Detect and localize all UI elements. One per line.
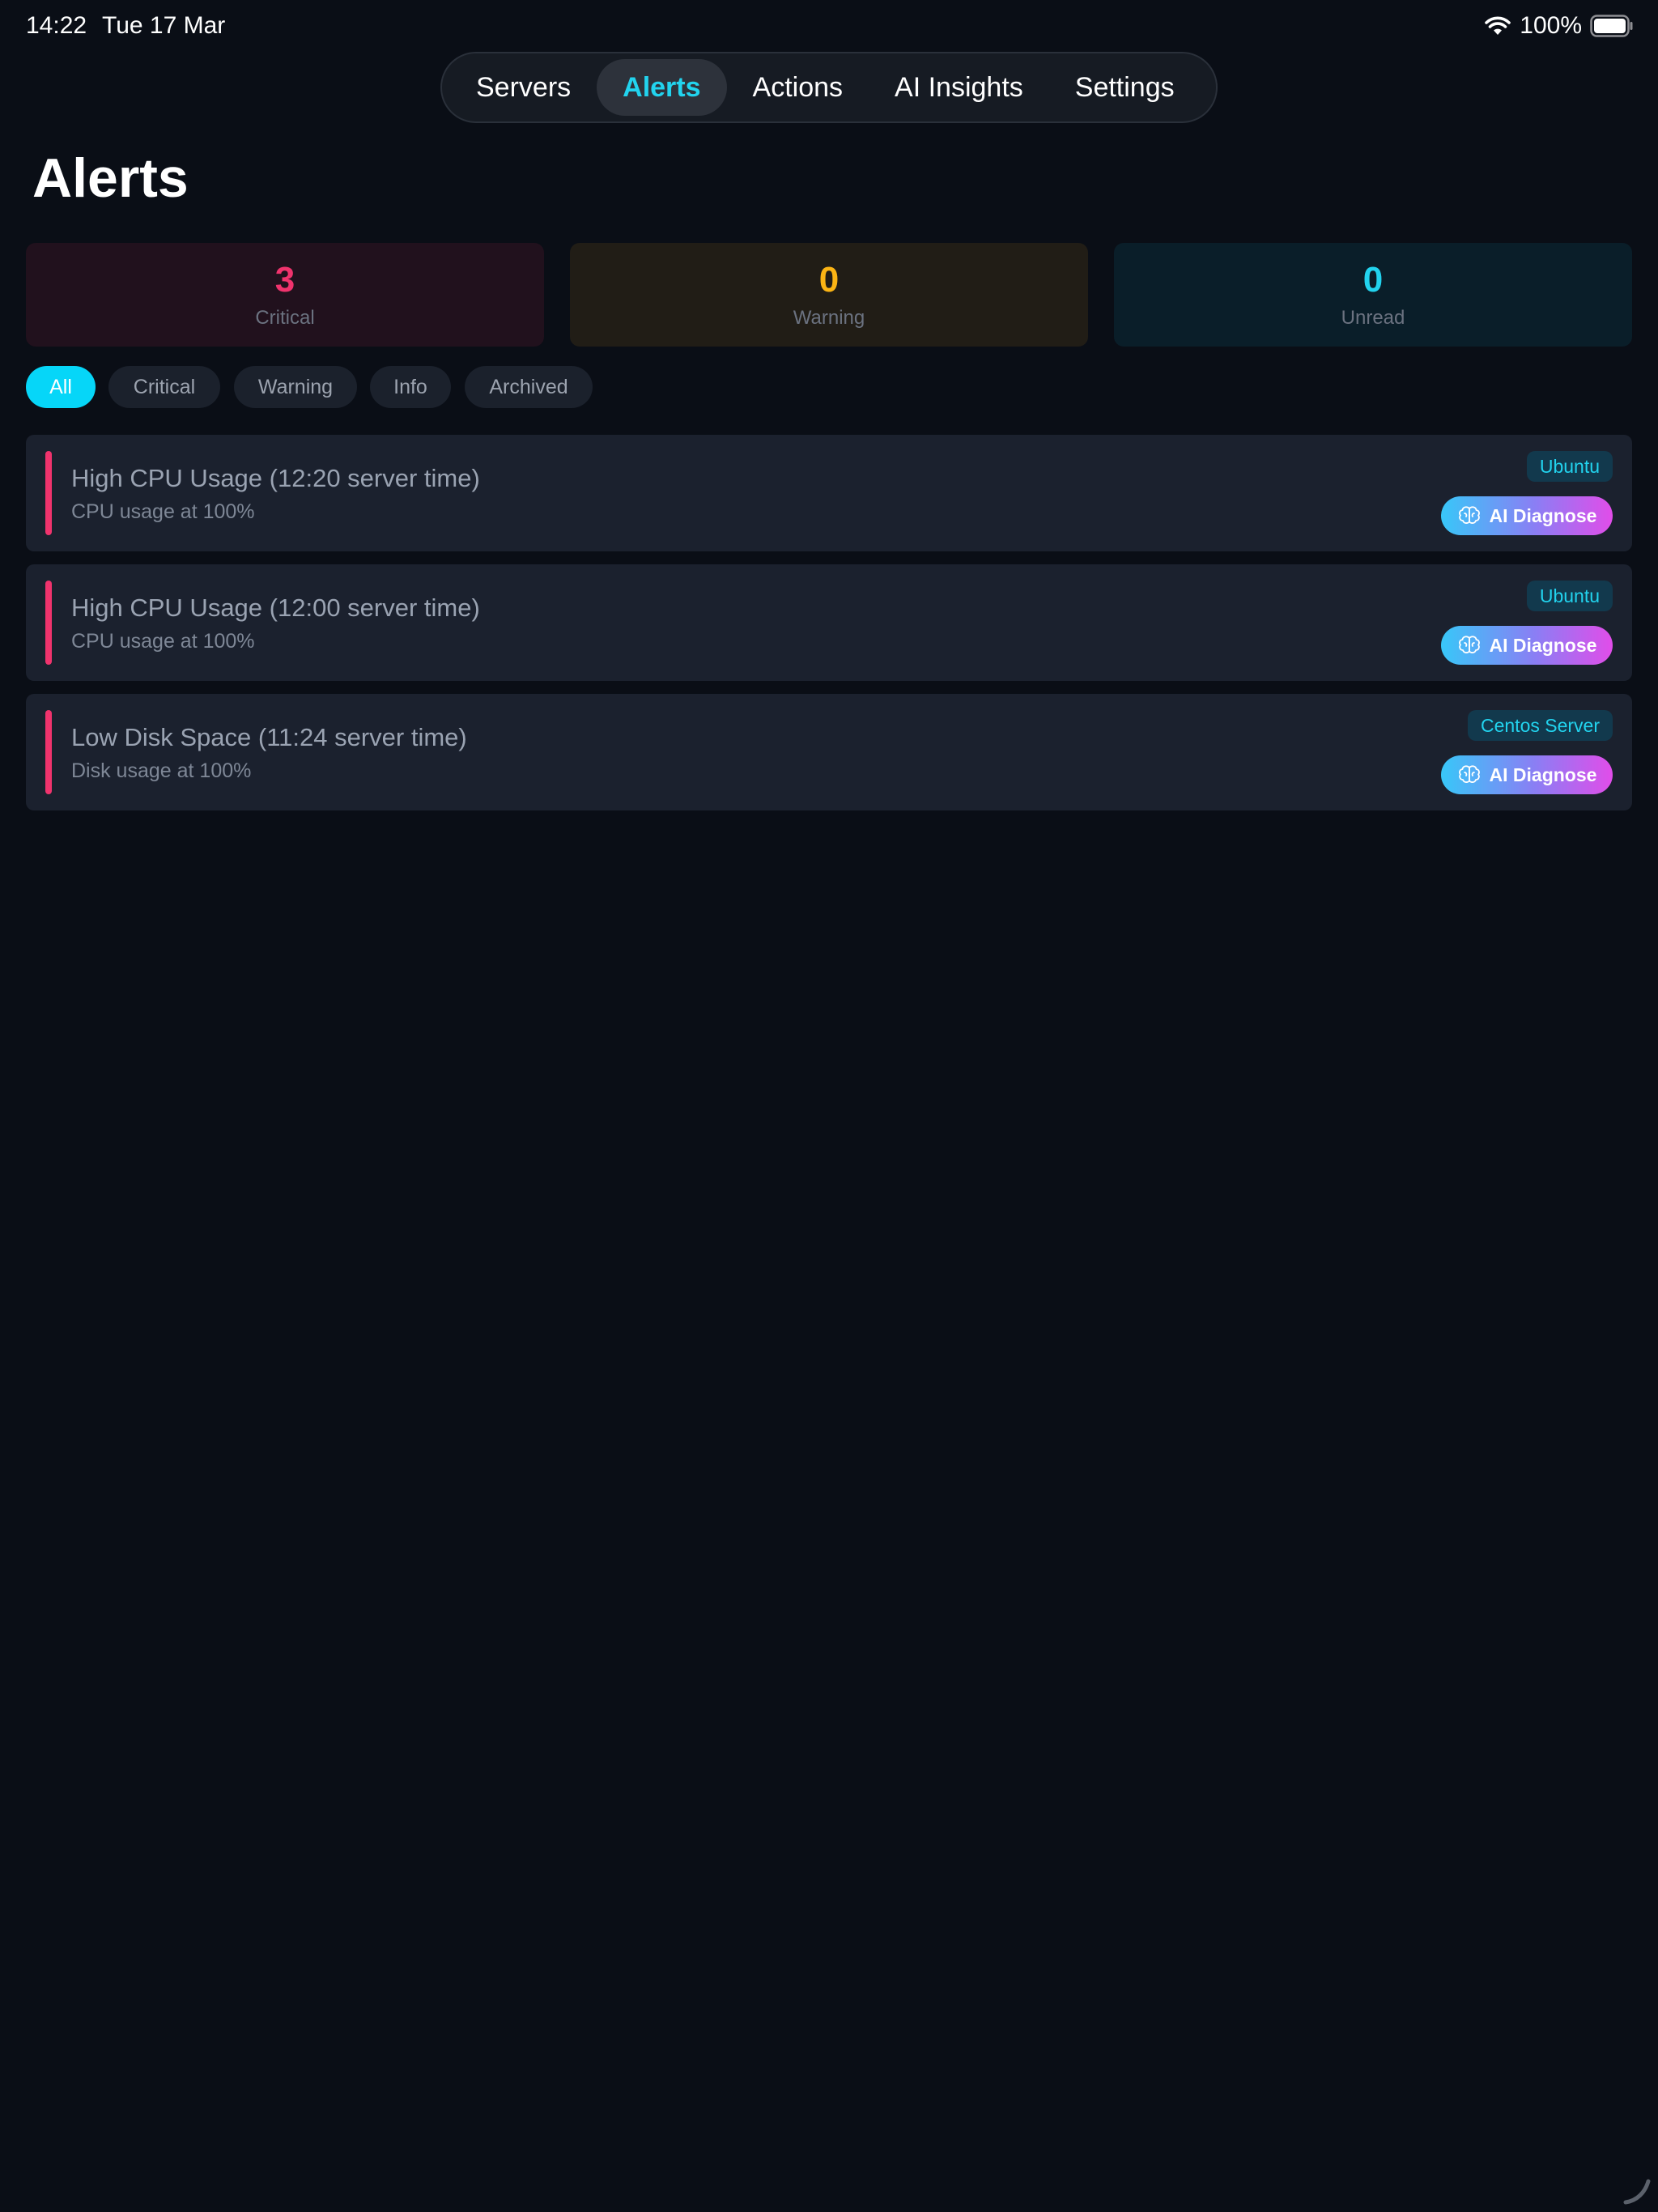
tab-alerts[interactable]: Alerts bbox=[597, 59, 727, 116]
filter-info[interactable]: Info bbox=[370, 366, 451, 408]
severity-indicator bbox=[45, 581, 52, 665]
ai-diagnose-button[interactable]: AI Diagnose bbox=[1441, 626, 1613, 665]
alert-item[interactable]: High CPU Usage (12:20 server time) CPU u… bbox=[26, 435, 1632, 551]
severity-indicator bbox=[45, 710, 52, 794]
tab-actions[interactable]: Actions bbox=[727, 59, 869, 116]
wifi-icon bbox=[1485, 16, 1511, 35]
severity-indicator bbox=[45, 451, 52, 535]
critical-label: Critical bbox=[255, 307, 315, 329]
unread-count: 0 bbox=[1363, 260, 1384, 300]
filter-warning[interactable]: Warning bbox=[234, 366, 357, 408]
server-badge: Centos Server bbox=[1467, 710, 1613, 741]
server-badge: Ubuntu bbox=[1526, 451, 1613, 482]
page-title: Alerts bbox=[32, 147, 189, 209]
unread-label: Unread bbox=[1341, 307, 1405, 329]
summary-card-unread: 0 Unread bbox=[1114, 243, 1632, 347]
ai-diagnose-label: AI Diagnose bbox=[1489, 764, 1597, 785]
battery-percentage: 100% bbox=[1520, 12, 1582, 39]
status-bar: 14:22 Tue 17 Mar 100% bbox=[0, 0, 1658, 52]
ai-diagnose-label: AI Diagnose bbox=[1489, 505, 1597, 526]
status-date: Tue 17 Mar bbox=[102, 12, 226, 39]
alert-description: CPU usage at 100% bbox=[71, 630, 255, 653]
warning-count: 0 bbox=[818, 260, 840, 300]
brain-icon bbox=[1458, 765, 1480, 783]
summary-card-critical: 3 Critical bbox=[26, 243, 544, 347]
summary-card-warning: 0 Warning bbox=[570, 243, 1088, 347]
ai-diagnose-label: AI Diagnose bbox=[1489, 635, 1597, 656]
warning-label: Warning bbox=[793, 307, 865, 329]
status-indicators: 100% bbox=[1484, 10, 1634, 42]
status-time: 14:22 bbox=[26, 12, 87, 39]
ai-diagnose-button[interactable]: AI Diagnose bbox=[1441, 496, 1613, 535]
brain-icon bbox=[1458, 506, 1480, 524]
tab-ai-insights[interactable]: AI Insights bbox=[869, 59, 1049, 116]
tab-settings[interactable]: Settings bbox=[1049, 59, 1201, 116]
filter-archived[interactable]: Archived bbox=[465, 366, 593, 408]
alert-title: High CPU Usage (12:20 server time) bbox=[71, 464, 480, 492]
critical-count: 3 bbox=[274, 260, 295, 300]
brain-icon bbox=[1458, 636, 1480, 653]
alert-description: CPU usage at 100% bbox=[71, 500, 255, 523]
ai-diagnose-button[interactable]: AI Diagnose bbox=[1441, 755, 1613, 794]
filter-critical[interactable]: Critical bbox=[108, 366, 220, 408]
tab-servers[interactable]: Servers bbox=[450, 59, 597, 116]
alert-item[interactable]: High CPU Usage (12:00 server time) CPU u… bbox=[26, 564, 1632, 681]
alert-description: Disk usage at 100% bbox=[71, 759, 252, 782]
server-badge: Ubuntu bbox=[1526, 581, 1613, 611]
filter-all[interactable]: All bbox=[26, 366, 96, 408]
alert-title: High CPU Usage (12:00 server time) bbox=[71, 593, 480, 622]
alert-item[interactable]: Low Disk Space (11:24 server time) Disk … bbox=[26, 694, 1632, 810]
battery-icon bbox=[1590, 15, 1633, 37]
alert-title: Low Disk Space (11:24 server time) bbox=[71, 723, 467, 751]
tab-bar: Servers Alerts Actions AI Insights Setti… bbox=[440, 52, 1218, 123]
resize-handle-icon bbox=[1623, 2179, 1651, 2205]
